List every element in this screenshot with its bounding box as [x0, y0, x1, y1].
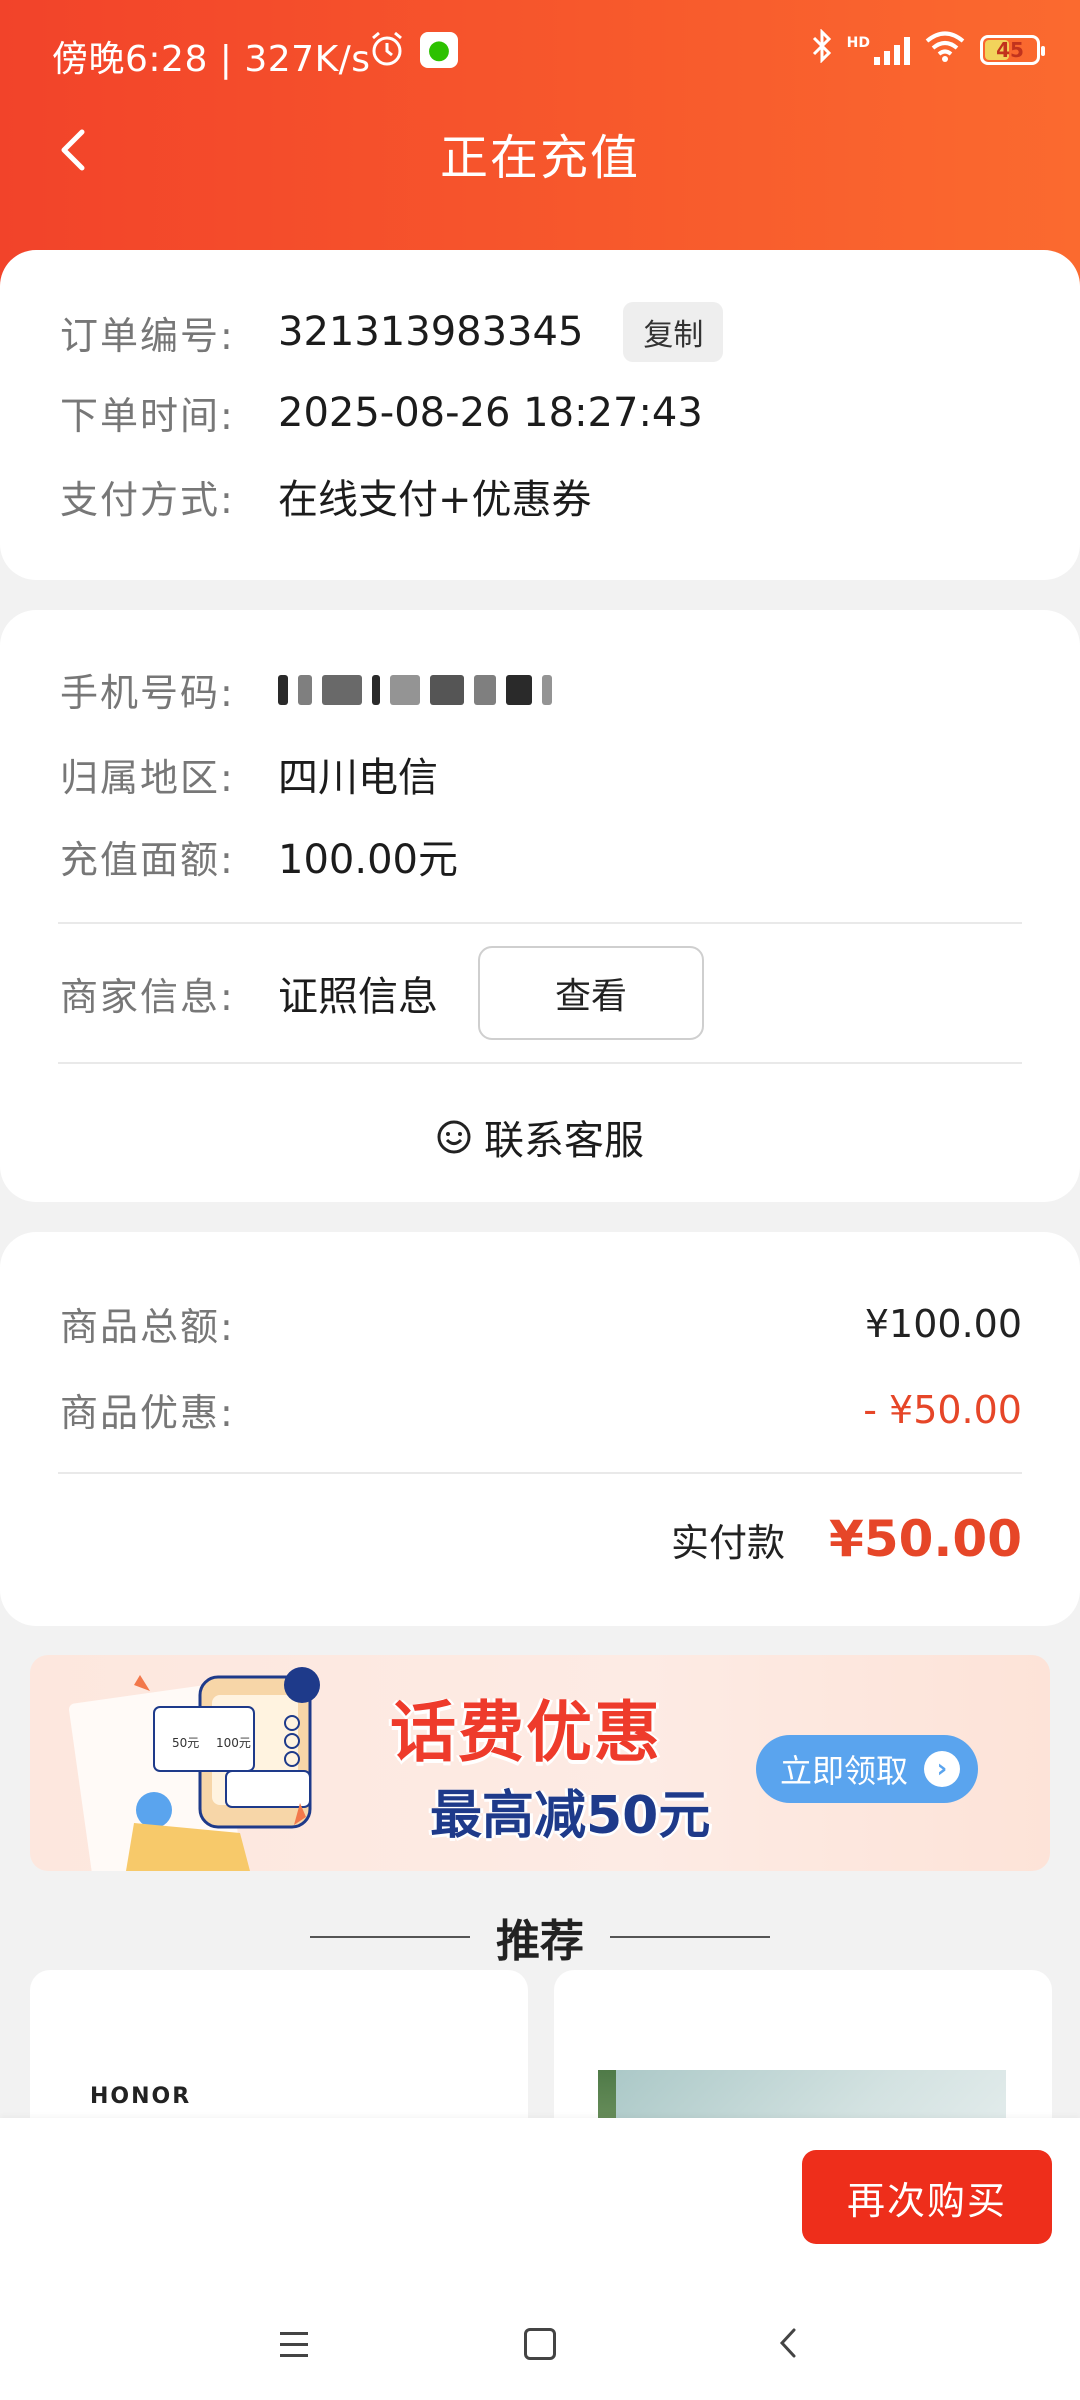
signal-icon: HD: [847, 35, 910, 65]
banner-subtitle: 最高减50元: [430, 1786, 711, 1846]
coupon-50-label: 50元: [172, 1736, 199, 1750]
wechat-icon: ●: [420, 32, 458, 68]
home-icon[interactable]: [524, 2328, 556, 2360]
order-number-value: 321313983345: [278, 309, 584, 355]
order-number-row: 订单编号: 321313983345 复制: [60, 302, 724, 362]
brand-logo: HONOR: [90, 2084, 192, 2109]
smile-icon: [437, 1120, 471, 1154]
contact-service-label: 联系客服: [484, 1118, 644, 1164]
merchant-row: 商家信息: 证照信息 查看: [60, 946, 704, 1040]
divider: [58, 922, 1022, 924]
alarm-icon: [368, 30, 406, 77]
recommend-title: 推荐: [496, 1916, 584, 1967]
recommend-header: 推荐: [0, 1905, 1080, 1969]
contact-service-button[interactable]: 联系客服: [0, 1108, 1080, 1166]
total-label: 商品总额:: [60, 1305, 235, 1349]
promo-banner[interactable]: 50元 100元 话费优惠 最高减50元 立即领取 ›: [30, 1655, 1050, 1871]
wifi-icon: [924, 30, 966, 71]
merchant-value: 证照信息: [278, 974, 438, 1020]
view-license-button[interactable]: 查看: [478, 946, 704, 1040]
divider: [610, 1936, 770, 1938]
menu-icon[interactable]: [280, 2332, 308, 2365]
amount-row: 充值面额: 100.00元: [60, 827, 458, 885]
status-bar: 傍晚6:28 | 327K/s ● HD 45: [0, 0, 1080, 100]
order-number-label: 订单编号:: [60, 313, 235, 358]
order-info-card: 订单编号: 321313983345 复制 下单时间: 2025-08-26 1…: [0, 250, 1080, 580]
banner-title: 话费优惠: [390, 1694, 662, 1771]
bottom-action-bar: 再次购买: [0, 2118, 1080, 2400]
chevron-right-icon: ›: [924, 1751, 961, 1787]
back-icon[interactable]: [776, 2326, 800, 2364]
price-card: 商品总额: ¥100.00 商品优惠: - ¥50.00 实付款 ¥50.00: [0, 1232, 1080, 1626]
claim-button-label: 立即领取: [780, 1752, 909, 1790]
total-row: 商品总额: ¥100.00: [60, 1296, 1022, 1351]
amount-value: 100.00元: [278, 837, 458, 883]
divider: [310, 1936, 470, 1938]
pay-method-row: 支付方式: 在线支付+优惠券: [60, 467, 592, 525]
phone-number-masked: [278, 674, 552, 705]
phone-label: 手机号码:: [60, 671, 235, 715]
divider: [58, 1062, 1022, 1064]
amount-label: 充值面额:: [60, 837, 235, 882]
divider: [58, 1472, 1022, 1474]
copy-button[interactable]: 复制: [623, 302, 724, 362]
discount-row: 商品优惠: - ¥50.00: [60, 1382, 1022, 1437]
battery-level: 45: [996, 38, 1024, 62]
paid-row: 实付款 ¥50.00: [671, 1510, 1022, 1568]
claim-button[interactable]: 立即领取 ›: [756, 1735, 978, 1803]
order-time-value: 2025-08-26 18:27:43: [278, 389, 703, 436]
total-value: ¥100.00: [864, 1301, 1022, 1346]
system-navigation-bar: [0, 2318, 1080, 2378]
bluetooth-icon: [811, 27, 833, 72]
pay-method-label: 支付方式:: [60, 477, 235, 522]
discount-label: 商品优惠:: [60, 1391, 235, 1435]
region-row: 归属地区: 四川电信: [60, 745, 438, 803]
region-value: 四川电信: [278, 755, 438, 801]
paid-label: 实付款: [671, 1521, 786, 1565]
network-hd-label: HD: [846, 35, 870, 51]
buy-again-button[interactable]: 再次购买: [802, 2150, 1052, 2244]
phone-row: 手机号码:: [60, 662, 552, 717]
battery-icon: 45: [980, 35, 1045, 65]
recharge-info-card: 手机号码: 归属地区: 四川电信 充值面额: 100.00元 商家信息: 证照信…: [0, 610, 1080, 1202]
phone-bill-illustration: 50元 100元: [68, 1667, 320, 1871]
page-title: 正在充值: [439, 130, 640, 186]
paid-value: ¥50.00: [829, 1510, 1022, 1568]
pay-method-value: 在线支付+优惠券: [278, 477, 592, 523]
merchant-label: 商家信息:: [60, 974, 235, 1019]
status-time: 傍晚6:28 | 327K/s: [52, 39, 371, 80]
discount-value: - ¥50.00: [863, 1387, 1022, 1432]
status-icons: HD 45: [811, 27, 1045, 72]
region-label: 归属地区:: [60, 755, 235, 800]
coupon-100-label: 100元: [216, 1736, 251, 1750]
order-time-row: 下单时间: 2025-08-26 18:27:43: [60, 385, 703, 440]
order-time-label: 下单时间:: [60, 394, 235, 438]
